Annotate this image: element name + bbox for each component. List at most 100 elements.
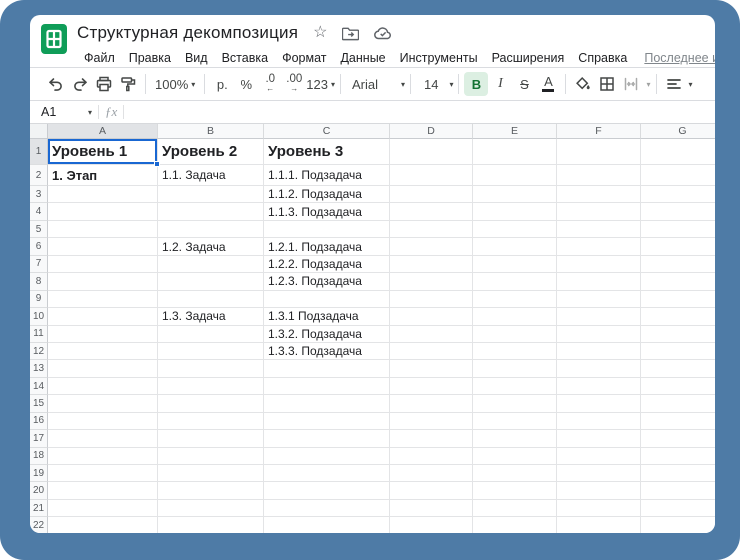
text-color-button[interactable]: A <box>536 72 560 96</box>
cell-F16[interactable] <box>557 413 641 430</box>
cell-A5[interactable] <box>48 221 158 238</box>
last-edit-link[interactable]: Последнее изменение <box>644 51 715 65</box>
cell-B2[interactable]: 1.1. Задача <box>158 165 264 186</box>
cell-E21[interactable] <box>473 500 557 517</box>
cell-A20[interactable] <box>48 482 158 499</box>
cell-E14[interactable] <box>473 378 557 395</box>
formula-input[interactable] <box>130 101 715 123</box>
row-header-6[interactable]: 6 <box>30 238 48 255</box>
row-header-13[interactable]: 13 <box>30 360 48 377</box>
cell-G19[interactable] <box>641 465 715 482</box>
row-header-18[interactable]: 18 <box>30 448 48 465</box>
cell-F19[interactable] <box>557 465 641 482</box>
cell-G7[interactable] <box>641 256 715 273</box>
cloud-saved-icon[interactable] <box>374 26 393 40</box>
cell-C13[interactable] <box>264 360 390 377</box>
cell-D15[interactable] <box>390 395 473 412</box>
column-header-G[interactable]: G <box>641 124 715 139</box>
cell-C20[interactable] <box>264 482 390 499</box>
cell-B9[interactable] <box>158 291 264 308</box>
cell-G12[interactable] <box>641 343 715 360</box>
cell-G4[interactable] <box>641 203 715 220</box>
percent-format-button[interactable]: % <box>234 72 258 96</box>
menu-item-вставка[interactable]: Вставка <box>215 51 275 65</box>
cell-A16[interactable] <box>48 413 158 430</box>
cell-D14[interactable] <box>390 378 473 395</box>
font-size-select[interactable]: 14 <box>416 72 446 96</box>
cell-C6[interactable]: 1.2.1. Подзадача <box>264 238 390 255</box>
cell-D9[interactable] <box>390 291 473 308</box>
cell-G17[interactable] <box>641 430 715 447</box>
cell-C17[interactable] <box>264 430 390 447</box>
cell-C3[interactable]: 1.1.2. Подзадача <box>264 186 390 203</box>
cell-E22[interactable] <box>473 517 557 533</box>
cell-G20[interactable] <box>641 482 715 499</box>
cell-E5[interactable] <box>473 221 557 238</box>
cell-C19[interactable] <box>264 465 390 482</box>
cell-A18[interactable] <box>48 448 158 465</box>
cell-C11[interactable]: 1.3.2. Подзадача <box>264 326 390 343</box>
row-header-4[interactable]: 4 <box>30 203 48 220</box>
cell-F17[interactable] <box>557 430 641 447</box>
cell-D19[interactable] <box>390 465 473 482</box>
cell-F12[interactable] <box>557 343 641 360</box>
row-header-21[interactable]: 21 <box>30 500 48 517</box>
cell-E13[interactable] <box>473 360 557 377</box>
cell-B15[interactable] <box>158 395 264 412</box>
cell-A11[interactable] <box>48 326 158 343</box>
cell-F14[interactable] <box>557 378 641 395</box>
cell-A8[interactable] <box>48 273 158 290</box>
cell-F4[interactable] <box>557 203 641 220</box>
more-formats-button[interactable]: 123▾ <box>306 72 335 96</box>
merge-cells-button[interactable] <box>619 72 643 96</box>
cell-G6[interactable] <box>641 238 715 255</box>
cell-D11[interactable] <box>390 326 473 343</box>
row-header-15[interactable]: 15 <box>30 395 48 412</box>
column-header-A[interactable]: A <box>48 124 158 139</box>
cell-C16[interactable] <box>264 413 390 430</box>
cell-C14[interactable] <box>264 378 390 395</box>
cell-G16[interactable] <box>641 413 715 430</box>
cell-C9[interactable] <box>264 291 390 308</box>
font-family-select[interactable]: Arial <box>346 72 398 96</box>
horizontal-align-button[interactable] <box>662 72 686 96</box>
cell-B11[interactable] <box>158 326 264 343</box>
row-header-9[interactable]: 9 <box>30 291 48 308</box>
undo-button[interactable] <box>44 72 68 96</box>
cell-B16[interactable] <box>158 413 264 430</box>
row-header-20[interactable]: 20 <box>30 482 48 499</box>
cell-F5[interactable] <box>557 221 641 238</box>
row-header-10[interactable]: 10 <box>30 308 48 325</box>
cell-B1[interactable]: Уровень 2 <box>158 139 264 165</box>
sheets-logo-icon[interactable] <box>41 22 67 56</box>
cell-A14[interactable] <box>48 378 158 395</box>
cell-F1[interactable] <box>557 139 641 165</box>
cell-D8[interactable] <box>390 273 473 290</box>
cell-B21[interactable] <box>158 500 264 517</box>
cell-D4[interactable] <box>390 203 473 220</box>
column-header-E[interactable]: E <box>473 124 557 139</box>
cell-E20[interactable] <box>473 482 557 499</box>
cell-B17[interactable] <box>158 430 264 447</box>
print-button[interactable] <box>92 72 116 96</box>
cell-E11[interactable] <box>473 326 557 343</box>
cell-A6[interactable] <box>48 238 158 255</box>
cell-G1[interactable] <box>641 139 715 165</box>
cell-D20[interactable] <box>390 482 473 499</box>
cell-D10[interactable] <box>390 308 473 325</box>
cell-F2[interactable] <box>557 165 641 186</box>
cell-C12[interactable]: 1.3.3. Подзадача <box>264 343 390 360</box>
cell-B22[interactable] <box>158 517 264 533</box>
row-header-17[interactable]: 17 <box>30 430 48 447</box>
row-header-5[interactable]: 5 <box>30 221 48 238</box>
cell-E10[interactable] <box>473 308 557 325</box>
zoom-select[interactable]: 100%▾ <box>151 72 199 96</box>
fill-handle[interactable] <box>154 161 160 167</box>
cell-E9[interactable] <box>473 291 557 308</box>
menu-item-данные[interactable]: Данные <box>333 51 392 65</box>
cell-A19[interactable] <box>48 465 158 482</box>
cell-A22[interactable] <box>48 517 158 533</box>
cell-A21[interactable] <box>48 500 158 517</box>
cell-F7[interactable] <box>557 256 641 273</box>
row-header-11[interactable]: 11 <box>30 326 48 343</box>
